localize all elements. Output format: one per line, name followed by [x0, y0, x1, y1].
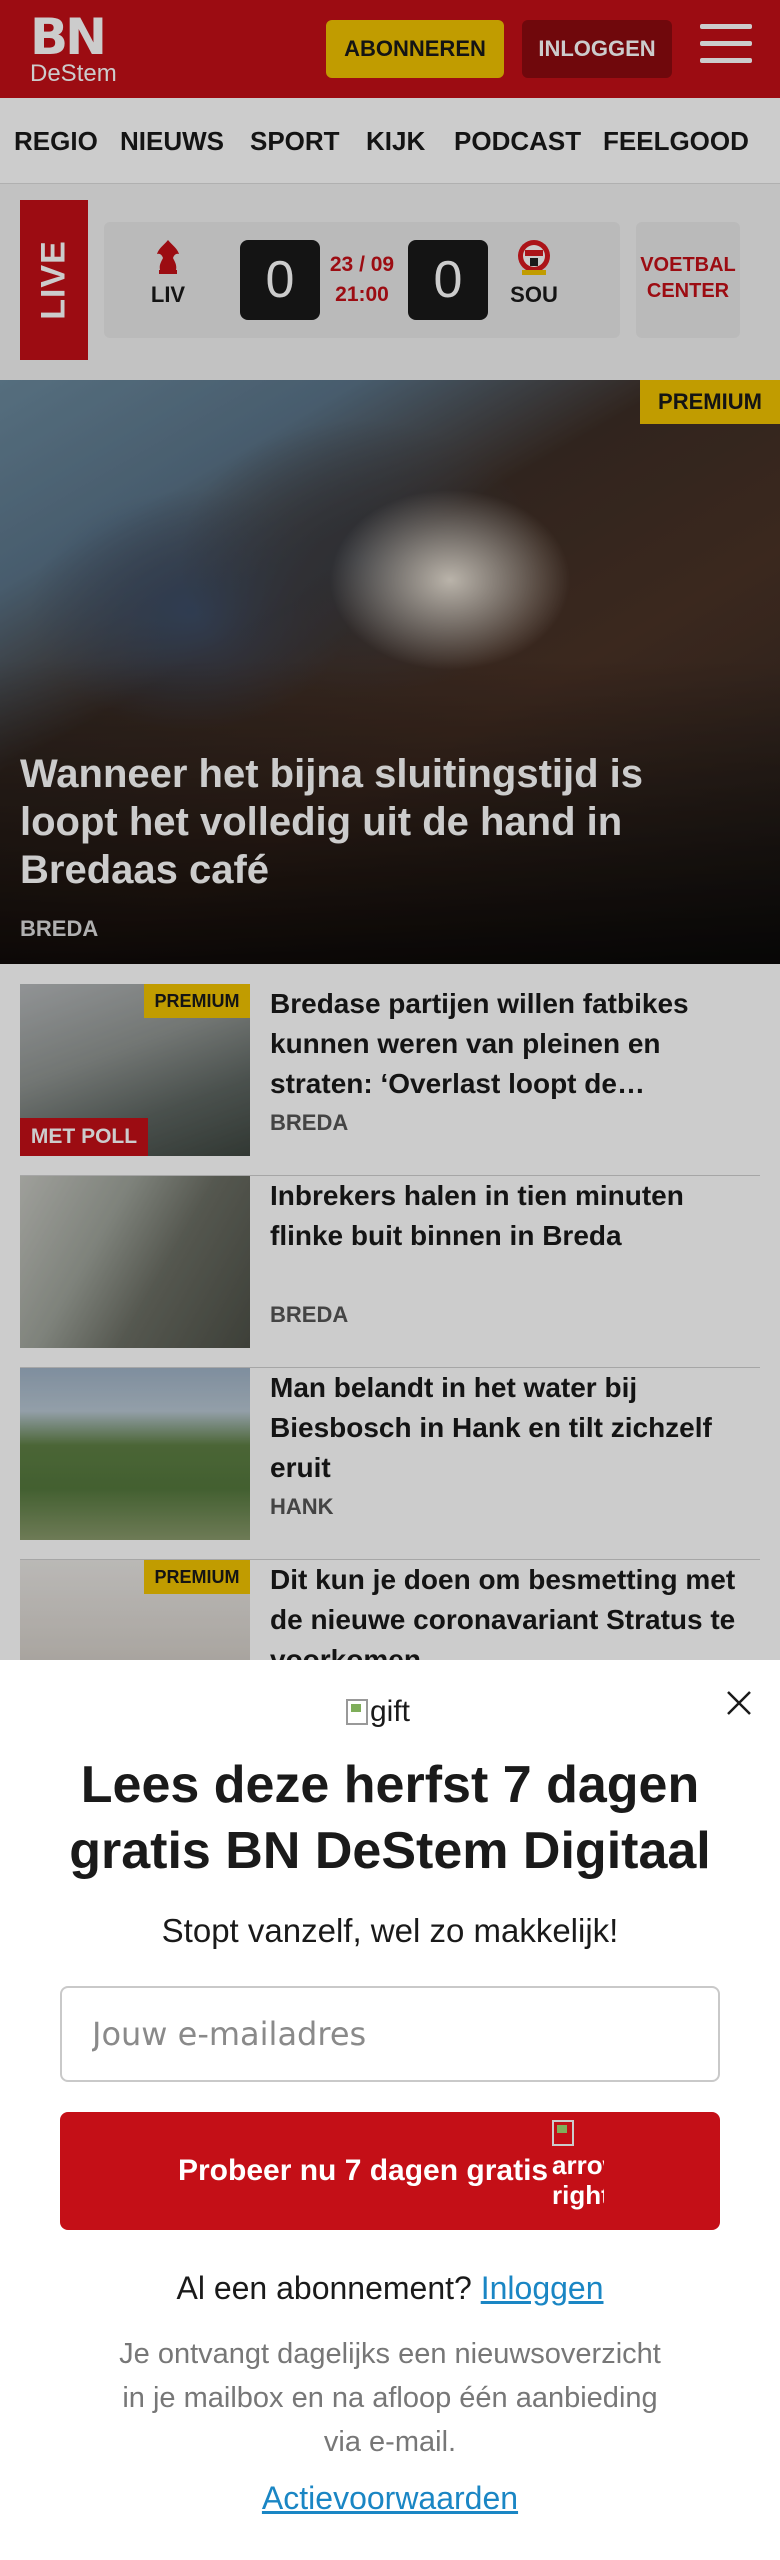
modal-title: Lees deze herfst 7 dagen gratis BN DeSte… — [69, 1756, 711, 1880]
cta-label: Probeer nu 7 dagen gratis — [178, 2154, 549, 2187]
fine-print: Je ontvangt dagelijks een nieuwsoverzich… — [119, 2338, 661, 2458]
modal-login-link[interactable]: Inloggen — [481, 2270, 604, 2306]
modal-subtitle: Stopt vanzelf, wel zo makkelijk! — [161, 1912, 619, 1949]
terms-line: Actievoorwaarden — [40, 2480, 740, 2517]
cta-arrow-alt: arrow right — [552, 2150, 604, 2210]
existing-subscriber-line: Al een abonnement? Inloggen — [40, 2270, 740, 2307]
close-icon[interactable] — [718, 1682, 760, 1724]
broken-image-icon — [346, 1699, 368, 1725]
modal-backdrop[interactable] — [0, 0, 780, 1660]
gift-alt-text: gift — [370, 1695, 411, 1728]
gift-icon: gift — [346, 1690, 456, 1734]
email-field[interactable] — [60, 1986, 720, 2082]
trial-cta-button[interactable]: Probeer nu 7 dagen gratis arrow right — [60, 2112, 720, 2230]
subscription-modal: gift Lees deze herfst 7 dagen gratis BN … — [0, 1660, 780, 2560]
have-sub-text: Al een abonnement? — [176, 2270, 472, 2306]
broken-image-icon — [552, 2120, 574, 2146]
arrow-right-icon: arrow right — [552, 2120, 604, 2220]
terms-link[interactable]: Actievoorwaarden — [262, 2480, 518, 2516]
